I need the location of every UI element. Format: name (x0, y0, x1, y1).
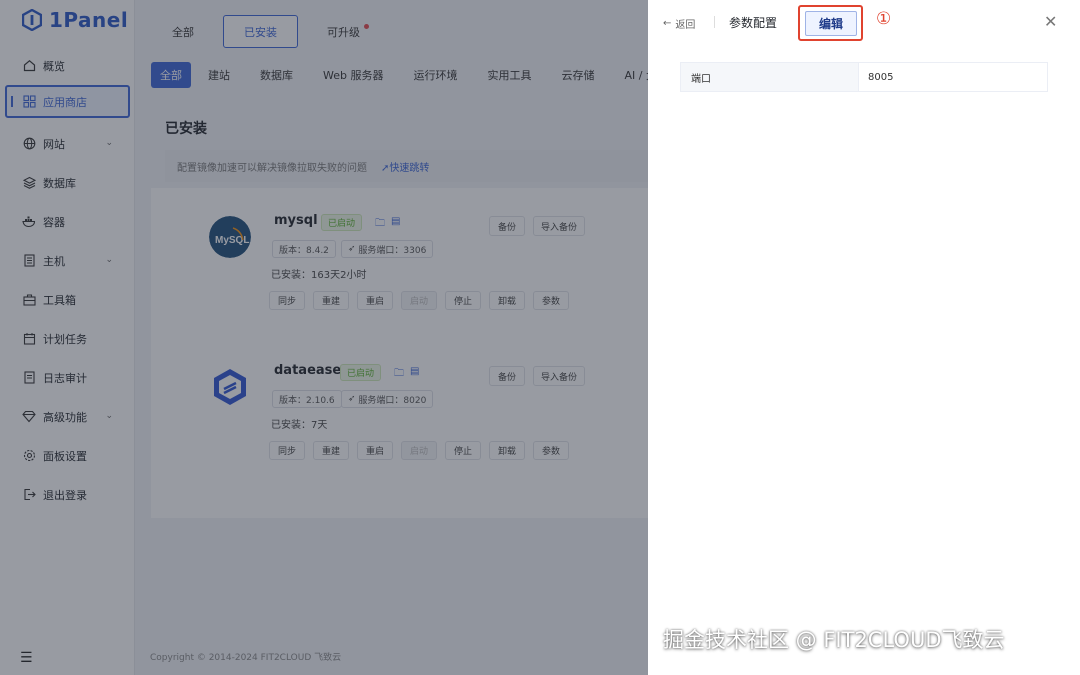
edit-button[interactable]: 编辑 (805, 11, 857, 36)
drawer-header: ← 返回 参数配置 编辑 ① ✕ (648, 0, 1080, 46)
step-marker: ① (876, 9, 892, 29)
param-config-drawer: ← 返回 参数配置 编辑 ① ✕ 端口 8005 掘金技术社区 @ FIT2CL… (648, 0, 1080, 675)
param-table: 端口 8005 (680, 62, 1048, 92)
param-value: 8005 (868, 71, 894, 83)
watermark: 掘金技术社区 @ FIT2CLOUD飞致云 (663, 628, 1005, 652)
drawer-title: 参数配置 (729, 16, 778, 30)
divider (714, 16, 715, 28)
param-key: 端口 (681, 63, 859, 91)
close-icon[interactable]: ✕ (1044, 12, 1057, 31)
arrow-left-icon: ← (663, 18, 672, 29)
modal-overlay[interactable] (0, 0, 648, 675)
back-button[interactable]: ← 返回 (663, 16, 695, 31)
